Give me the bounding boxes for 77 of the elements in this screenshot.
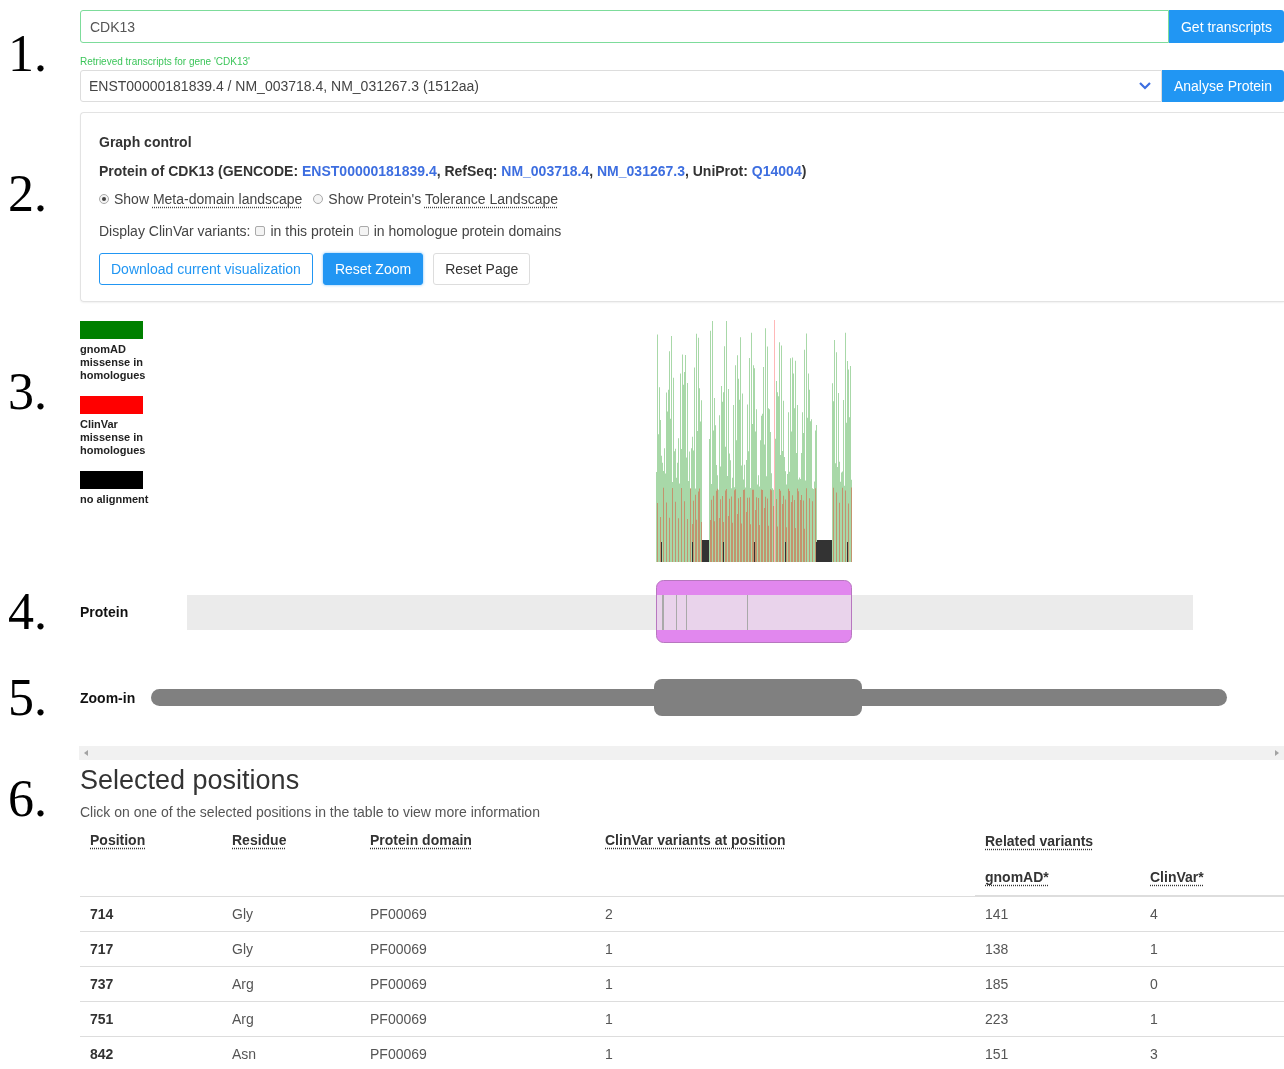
table-cell: 842 (90, 1045, 114, 1062)
zoom-label: Zoom-in (80, 689, 136, 706)
checkbox-label[interactable]: in homologue protein domains (373, 221, 562, 241)
table-cell: 1 (605, 975, 613, 992)
table-cell: Arg (232, 975, 254, 992)
table-cell: Gly (232, 905, 253, 922)
download-button[interactable]: Download current visualization (99, 253, 313, 285)
table-cell: Arg (232, 1010, 254, 1027)
link[interactable]: Q14004 (751, 163, 802, 179)
link[interactable]: NM_003718.4 (501, 163, 590, 179)
reset-zoom-button[interactable]: Reset Zoom (322, 253, 424, 285)
table-cell: 151 (985, 1045, 1009, 1062)
table-cell: PF00069 (370, 940, 427, 957)
reset-page-button[interactable]: Reset Page (433, 253, 531, 285)
table-cell: PF00069 (370, 905, 427, 922)
gene-input[interactable]: CDK13 (80, 10, 1169, 43)
table-cell: 141 (985, 905, 1009, 922)
step-number: 5. (8, 671, 47, 724)
option-label[interactable]: Show Protein's Tolerance Landscape (328, 189, 559, 209)
table-cell: PF00069 (370, 975, 427, 992)
section-title: Selected positions (80, 765, 300, 795)
option-label[interactable]: Show Meta-domain landscape (114, 189, 303, 209)
table-cell: PF00069 (370, 1010, 427, 1027)
table-cell: 751 (90, 1010, 114, 1027)
checkbox-label[interactable]: in this protein (270, 221, 354, 241)
scroll-right-icon[interactable] (1275, 750, 1279, 756)
table-cell: 223 (985, 1010, 1009, 1027)
step-number: 2. (8, 168, 47, 220)
get-transcripts-button[interactable]: Get transcripts (1168, 10, 1284, 43)
table-cell: 1 (605, 1010, 613, 1027)
radio-button[interactable] (313, 194, 324, 204)
scroll-left-icon[interactable] (84, 750, 88, 756)
table-cell: 737 (90, 975, 114, 992)
analyse-protein-button[interactable]: Analyse Protein (1161, 70, 1284, 102)
table-cell: 4 (1150, 905, 1158, 922)
track-label: Protein (80, 604, 129, 620)
checkbox[interactable] (358, 226, 369, 236)
step-number: 4. (8, 586, 47, 638)
transcript-select[interactable]: ENST00000181839.4 / NM_003718.4, NM_031267.3 (1512aa) (80, 70, 1162, 102)
status-message: Retrieved transcripts for gene 'CDK13' (80, 56, 251, 68)
hint-text: Click on one of the selected positions in the table to view more information (80, 803, 540, 822)
table-cell: 3 (1150, 1045, 1158, 1062)
link[interactable]: ENST00000181839.4 (302, 163, 437, 179)
legend-label: no alignment (80, 493, 150, 506)
table-cell: 1 (1150, 1010, 1158, 1027)
protein-info: Protein of CDK13 (GENCODE: ENST00000181839.4, RefSeq: NM_003718.4, NM_031267.3, UniProt: Q14004) (99, 162, 807, 181)
table-cell: 1 (605, 1045, 613, 1062)
radio-button[interactable] (99, 194, 109, 204)
table-cell: 717 (90, 940, 114, 957)
legend-label: gnomAD missense in homologues (80, 343, 147, 382)
column-header: Protein domain (370, 832, 472, 848)
chevron-icon (1137, 81, 1152, 91)
table-cell: 185 (985, 975, 1009, 992)
table-cell: 138 (985, 940, 1009, 957)
option-label: Display ClinVar variants: (99, 222, 251, 241)
checkbox[interactable] (255, 226, 266, 236)
legend-label: ClinVar missense in homologues (80, 418, 147, 457)
selection-window[interactable] (656, 580, 852, 643)
table-cell: Gly (232, 940, 253, 957)
column-header: Position (90, 832, 146, 848)
table-cell: 2 (605, 905, 613, 922)
column-group-header: Related variants (985, 833, 1094, 849)
table-cell: Asn (232, 1045, 257, 1062)
table-cell: 1 (605, 940, 613, 957)
link[interactable]: NM_031267.3 (597, 163, 685, 179)
column-header: Residue (232, 832, 287, 848)
column-header: ClinVar* (1150, 869, 1204, 885)
table-cell: PF00069 (370, 1045, 427, 1062)
table-cell: 0 (1150, 975, 1158, 992)
step-number: 6. (8, 773, 47, 825)
column-header: gnomAD* (985, 869, 1049, 885)
step-number: 3. (8, 366, 47, 418)
panel-title: Graph control (99, 133, 192, 152)
table-cell: 1 (1150, 940, 1158, 957)
table-cell: 714 (90, 905, 114, 922)
column-header: ClinVar variants at position (605, 832, 786, 848)
step-number: 1. (8, 28, 47, 80)
